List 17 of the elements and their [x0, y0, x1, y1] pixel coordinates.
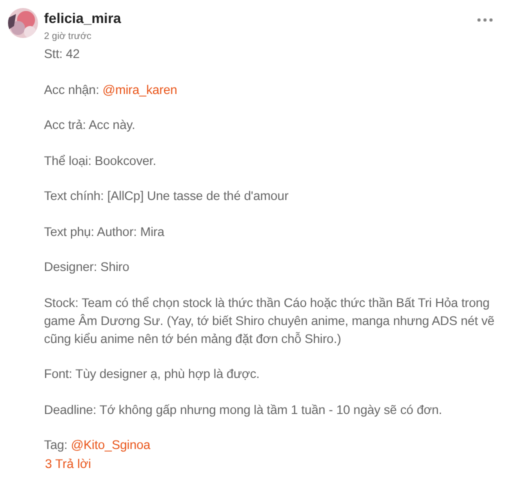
mention-link[interactable]: @mira_karen [102, 82, 178, 96]
mention-link[interactable]: @Kito_Sginoa [70, 438, 150, 452]
comment-text: Stock: Team có thể chọn stock là thức thần Cáo hoặc thức thần Bất Tri Hỏa trong game Âm Dương Sư. (Yay, tớ biết Shiro chuyên anime, manga nhưng ADS nét vẽ cũng kiểu anime nên tớ bén mảng đặt đơn chỗ Shiro.) [44, 294, 496, 348]
comment-text: Text phụ: Author: Mira [44, 224, 166, 240]
timestamp: 2 giờ trước [44, 31, 92, 43]
comment-text: Tag: @Kito_Sginoa [44, 437, 152, 454]
comment-text: Acc nhận: @mira_karen [44, 82, 178, 98]
comment-text: Deadline: Tớ không gấp nhưng mong là tầm 1 tuần - 10 ngày sẽ có đơn. [44, 402, 444, 418]
comment-text: Designer: Shiro [44, 259, 130, 276]
comment-text: Stt: 42 [44, 46, 81, 63]
more-icon[interactable] [477, 18, 493, 22]
comment-text: Acc trả: Acc này. [44, 117, 136, 134]
comment-text: Text chính: [AllCp] Une tasse de thé d'amour [44, 188, 290, 205]
comment-text: Font: Tùy designer ạ, phù hợp là được. [44, 366, 261, 383]
replies-link[interactable]: 3 Trả lời [45, 455, 92, 473]
username[interactable]: felicia_mira [44, 10, 122, 26]
comment-text: Thể loại: Bookcover. [44, 152, 158, 170]
